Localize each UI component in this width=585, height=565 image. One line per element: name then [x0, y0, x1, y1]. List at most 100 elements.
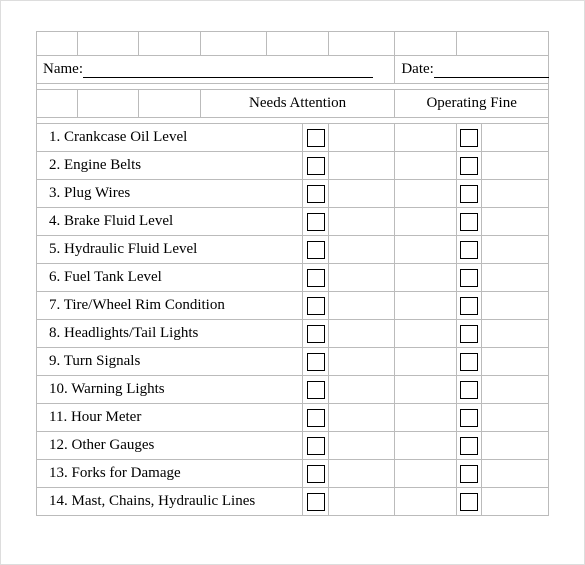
- needs-attention-checkbox[interactable]: [307, 129, 325, 147]
- item-label: 12. Other Gauges: [37, 432, 303, 460]
- operating-fine-checkbox[interactable]: [460, 297, 478, 315]
- needs-attention-cell: [303, 292, 329, 320]
- needs-attention-checkbox[interactable]: [307, 185, 325, 203]
- checklist-row: 1. Crankcase Oil Level: [37, 124, 549, 152]
- end-cell: [482, 404, 549, 432]
- needs-attention-checkbox[interactable]: [307, 353, 325, 371]
- item-label: 14. Mast, Chains, Hydraulic Lines: [37, 488, 303, 516]
- needs-attention-checkbox[interactable]: [307, 465, 325, 483]
- operating-fine-checkbox[interactable]: [460, 213, 478, 231]
- item-label: 10. Warning Lights: [37, 376, 303, 404]
- item-label: 7. Tire/Wheel Rim Condition: [37, 292, 303, 320]
- gap-cell: [328, 292, 395, 320]
- needs-attention-cell: [303, 348, 329, 376]
- needs-attention-cell: [303, 432, 329, 460]
- item-label: 13. Forks for Damage: [37, 460, 303, 488]
- needs-attention-cell: [303, 208, 329, 236]
- needs-attention-checkbox[interactable]: [307, 409, 325, 427]
- name-date-row: Name: Date:: [37, 56, 549, 84]
- needs-attention-checkbox[interactable]: [307, 297, 325, 315]
- gap-cell: [328, 488, 395, 516]
- needs-attention-checkbox[interactable]: [307, 437, 325, 455]
- operating-fine-cell: [456, 320, 482, 348]
- operating-fine-checkbox[interactable]: [460, 353, 478, 371]
- needs-attention-checkbox[interactable]: [307, 325, 325, 343]
- gap-cell: [395, 124, 456, 152]
- operating-fine-checkbox[interactable]: [460, 129, 478, 147]
- checklist-row: 2. Engine Belts: [37, 152, 549, 180]
- item-label: 1. Crankcase Oil Level: [37, 124, 303, 152]
- operating-fine-cell: [456, 152, 482, 180]
- date-input-line[interactable]: [434, 64, 549, 78]
- needs-attention-cell: [303, 264, 329, 292]
- gap-cell: [395, 180, 456, 208]
- gap-cell: [328, 264, 395, 292]
- item-label: 4. Brake Fluid Level: [37, 208, 303, 236]
- checklist-row: 3. Plug Wires: [37, 180, 549, 208]
- needs-attention-cell: [303, 460, 329, 488]
- operating-fine-cell: [456, 488, 482, 516]
- needs-attention-checkbox[interactable]: [307, 269, 325, 287]
- checklist-row: 12. Other Gauges: [37, 432, 549, 460]
- operating-fine-checkbox[interactable]: [460, 185, 478, 203]
- checklist-row: 10. Warning Lights: [37, 376, 549, 404]
- operating-fine-cell: [456, 180, 482, 208]
- gap-cell: [328, 376, 395, 404]
- operating-fine-checkbox[interactable]: [460, 493, 478, 511]
- gap-cell: [395, 236, 456, 264]
- operating-fine-checkbox[interactable]: [460, 437, 478, 455]
- gap-cell: [395, 320, 456, 348]
- operating-fine-cell: [456, 236, 482, 264]
- item-label: 9. Turn Signals: [37, 348, 303, 376]
- needs-attention-cell: [303, 236, 329, 264]
- needs-attention-checkbox[interactable]: [307, 157, 325, 175]
- needs-attention-cell: [303, 180, 329, 208]
- gap-cell: [328, 320, 395, 348]
- end-cell: [482, 208, 549, 236]
- needs-attention-checkbox[interactable]: [307, 241, 325, 259]
- needs-attention-checkbox[interactable]: [307, 213, 325, 231]
- operating-fine-checkbox[interactable]: [460, 269, 478, 287]
- item-label: 2. Engine Belts: [37, 152, 303, 180]
- needs-attention-header: Needs Attention: [200, 90, 395, 118]
- operating-fine-checkbox[interactable]: [460, 241, 478, 259]
- item-label: 6. Fuel Tank Level: [37, 264, 303, 292]
- gap-cell: [395, 404, 456, 432]
- operating-fine-checkbox[interactable]: [460, 465, 478, 483]
- gap-cell: [395, 488, 456, 516]
- gap-cell: [328, 124, 395, 152]
- operating-fine-cell: [456, 460, 482, 488]
- item-label: 5. Hydraulic Fluid Level: [37, 236, 303, 264]
- operating-fine-checkbox[interactable]: [460, 157, 478, 175]
- gap-cell: [395, 348, 456, 376]
- end-cell: [482, 124, 549, 152]
- operating-fine-checkbox[interactable]: [460, 325, 478, 343]
- end-cell: [482, 180, 549, 208]
- needs-attention-cell: [303, 376, 329, 404]
- date-label: Date:: [401, 61, 433, 77]
- operating-fine-cell: [456, 376, 482, 404]
- needs-attention-checkbox[interactable]: [307, 381, 325, 399]
- needs-attention-checkbox[interactable]: [307, 493, 325, 511]
- gap-cell: [395, 152, 456, 180]
- gap-cell: [328, 404, 395, 432]
- operating-fine-cell: [456, 208, 482, 236]
- end-cell: [482, 236, 549, 264]
- name-input-line[interactable]: [83, 64, 373, 78]
- operating-fine-checkbox[interactable]: [460, 409, 478, 427]
- end-cell: [482, 320, 549, 348]
- operating-fine-cell: [456, 432, 482, 460]
- checklist-row: 6. Fuel Tank Level: [37, 264, 549, 292]
- operating-fine-checkbox[interactable]: [460, 381, 478, 399]
- operating-fine-cell: [456, 124, 482, 152]
- gap-cell: [395, 264, 456, 292]
- needs-attention-cell: [303, 404, 329, 432]
- operating-fine-header: Operating Fine: [395, 90, 549, 118]
- end-cell: [482, 488, 549, 516]
- end-cell: [482, 348, 549, 376]
- gap-cell: [328, 460, 395, 488]
- gap-cell: [328, 348, 395, 376]
- checklist-row: 11. Hour Meter: [37, 404, 549, 432]
- needs-attention-cell: [303, 124, 329, 152]
- gap-cell: [395, 432, 456, 460]
